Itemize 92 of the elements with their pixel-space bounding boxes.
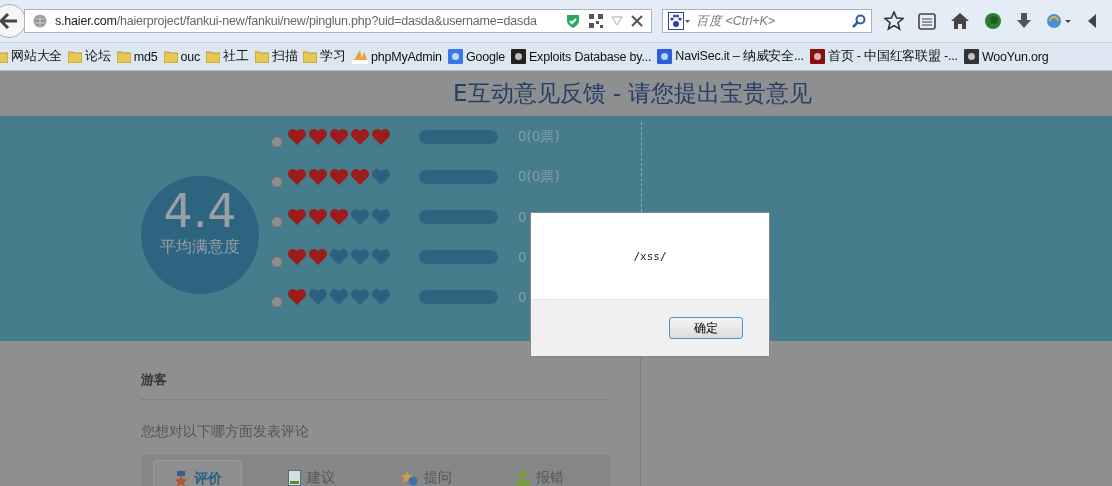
medal-icon xyxy=(173,470,188,486)
bookmark-item[interactable]: WooYun.org xyxy=(963,49,1049,64)
bookmark-item[interactable]: 首页 - 中国红客联盟 -... xyxy=(809,48,958,65)
heart-icon xyxy=(371,248,391,266)
heart-icon xyxy=(308,168,328,186)
heart-icon xyxy=(329,208,349,226)
bookmark-item[interactable]: Google xyxy=(447,49,505,64)
heart-icon xyxy=(287,288,307,306)
folder-icon xyxy=(206,50,221,63)
bookmark-item[interactable]: 社工 xyxy=(206,48,249,65)
vote-count: 0 xyxy=(518,289,527,305)
alert-message: /xss/ xyxy=(633,249,667,263)
qr-code-icon xyxy=(589,14,603,28)
vote-count: 0 xyxy=(518,249,527,265)
back-button[interactable] xyxy=(0,4,26,38)
close-icon[interactable] xyxy=(631,15,643,27)
heart-icon xyxy=(329,288,349,306)
star-bubble-icon xyxy=(400,470,419,486)
page-title: E互动意见反馈 - 请您提出宝贵意见 xyxy=(453,79,813,108)
search-bar[interactable]: 百度 <Ctrl+K> xyxy=(662,9,872,33)
bookmark-item[interactable]: 网站大全 xyxy=(0,48,63,65)
url-path: /haierproject/fankui-new/fankui/new/pinglun.php?uid=dasda&username=dasda xyxy=(116,14,537,28)
average-score: 4.4 xyxy=(163,186,237,237)
folder-icon xyxy=(116,50,131,63)
prompt-text: 您想对以下哪方面发表评论 xyxy=(141,423,310,441)
search-field[interactable]: 百度 <Ctrl+K> xyxy=(694,13,848,29)
vote-count: 0 xyxy=(518,209,527,225)
radio-button[interactable] xyxy=(271,216,283,228)
heart-icon xyxy=(308,208,328,226)
heart-icon xyxy=(287,208,307,226)
folder-icon xyxy=(303,50,318,63)
heart-icon xyxy=(329,128,349,146)
bookmark-item[interactable]: 论坛 xyxy=(68,48,111,65)
folder-icon xyxy=(163,50,178,63)
ok-button[interactable]: 确定 xyxy=(669,317,743,339)
paw-icon xyxy=(668,12,690,30)
heart-icon xyxy=(287,248,307,266)
sail-icon xyxy=(351,49,368,64)
back-arrow-icon xyxy=(0,13,18,29)
sync-icon[interactable] xyxy=(1046,12,1072,30)
heart-icon xyxy=(350,288,370,306)
heart-icon xyxy=(350,128,370,146)
shield-icon xyxy=(565,13,581,29)
person-icon xyxy=(516,470,531,486)
heart-icon xyxy=(371,208,391,226)
star-icon[interactable] xyxy=(884,11,904,31)
bookmark-item[interactable]: NaviSec.it – 纳威安全... xyxy=(657,48,804,65)
document-icon xyxy=(288,470,302,486)
folder-icon xyxy=(68,50,83,63)
radio-button[interactable] xyxy=(271,256,283,268)
bookmark-item[interactable]: md5 xyxy=(116,49,158,64)
heart-icon xyxy=(308,248,328,266)
user-name: 游客 xyxy=(141,371,610,400)
address-field[interactable]: s.haier.com/haierproject/fankui-new/fankui/new/pinglun.php?uid=dasda&username=dasda xyxy=(24,9,652,33)
search-icon[interactable] xyxy=(852,14,866,28)
download-icon[interactable] xyxy=(1016,12,1032,30)
globe-icon xyxy=(33,14,47,28)
bookmark-item[interactable]: 扫描 xyxy=(254,48,298,65)
site-icon xyxy=(511,49,526,64)
heart-icon xyxy=(287,128,307,146)
heart-icon xyxy=(350,168,370,186)
radio-button[interactable] xyxy=(271,296,283,308)
bookmark-item[interactable]: ouc xyxy=(163,49,201,64)
heart-icon xyxy=(371,288,391,306)
heart-icon xyxy=(350,208,370,226)
heart-icon xyxy=(287,168,307,186)
heart-icon xyxy=(371,128,391,146)
site-icon xyxy=(657,49,673,64)
bookmark-item[interactable]: 学习 xyxy=(303,48,346,65)
list-icon[interactable] xyxy=(918,12,936,30)
radio-button[interactable] xyxy=(271,176,283,188)
site-icon xyxy=(963,49,979,64)
heart-icon xyxy=(329,248,349,266)
heart-icon xyxy=(371,168,391,186)
bookmark-item[interactable]: phpMyAdmin xyxy=(351,49,442,64)
vote-count: 0(0票) xyxy=(518,168,560,186)
folder-icon xyxy=(254,50,269,63)
heart-icon xyxy=(308,128,328,146)
bookmark-item[interactable]: Exploits Database by... xyxy=(511,49,652,64)
heart-icon xyxy=(350,248,370,266)
radio-button[interactable] xyxy=(271,136,283,148)
vote-count: 0(0票) xyxy=(518,128,560,146)
site-icon xyxy=(809,49,825,64)
site-icon xyxy=(447,49,463,64)
extension-icon[interactable] xyxy=(984,12,1002,30)
home-icon[interactable] xyxy=(950,12,970,30)
arrow-icon[interactable] xyxy=(1086,12,1096,30)
url-host: s.haier.com xyxy=(55,14,117,28)
heart-icon xyxy=(308,288,328,306)
dropdown-icon xyxy=(611,16,623,26)
average-label: 平均满意度 xyxy=(160,236,240,258)
heart-icon xyxy=(329,168,349,186)
